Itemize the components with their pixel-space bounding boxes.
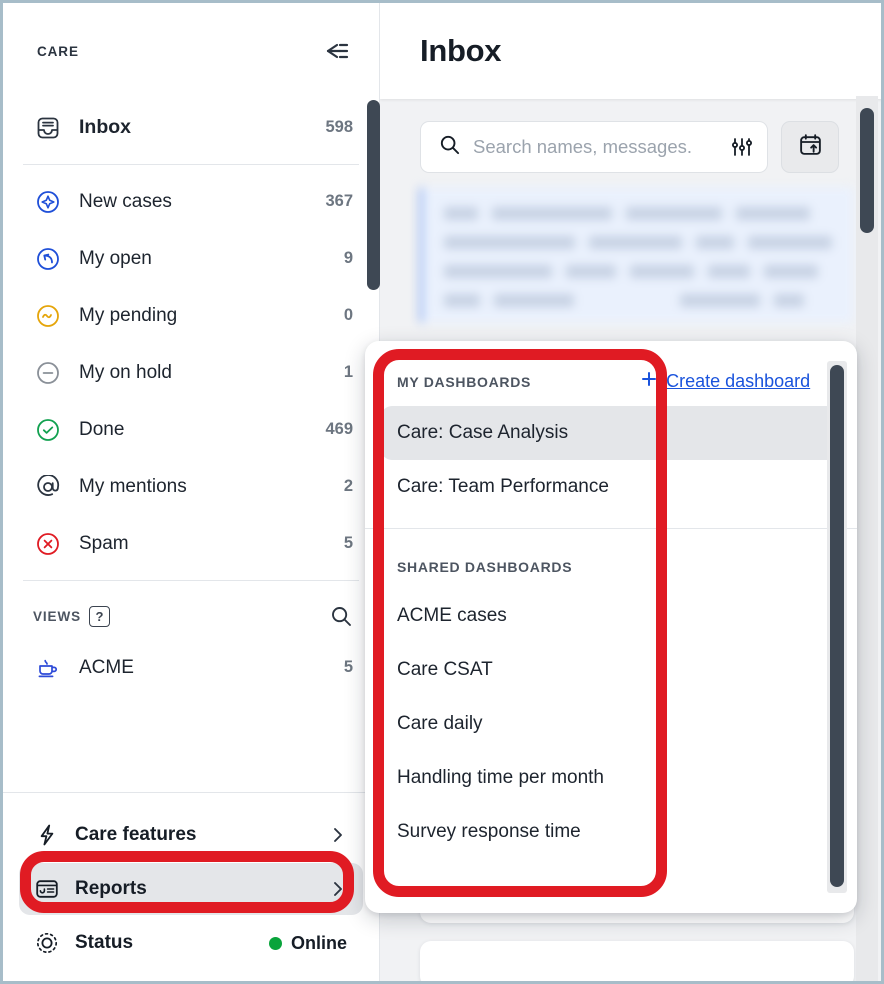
dashboard-item-survey-response-time[interactable]: Survey response time	[381, 805, 841, 859]
sidebar-item-count: 5	[344, 534, 353, 553]
lightning-icon	[33, 823, 61, 847]
my-dashboards-header: MY DASHBOARDS Create dashboard	[365, 341, 857, 406]
minus-circle-icon	[33, 361, 63, 385]
views-section-title: VIEWS	[33, 609, 81, 624]
inbox-toolbar: Search names, messages.	[380, 99, 884, 173]
app-window: CARE In	[0, 0, 884, 984]
chevron-right-icon	[329, 826, 347, 844]
sidebar-item-label: ACME	[79, 657, 344, 679]
sidebar-item-count: 0	[344, 306, 353, 325]
status-ring-icon	[33, 931, 61, 955]
sidebar-item-count: 9	[344, 249, 353, 268]
sidebar-item-new-cases[interactable]: New cases 367	[3, 173, 379, 230]
sidebar-item-label: Done	[79, 419, 325, 441]
sidebar-item-count: 367	[325, 192, 353, 211]
sidebar-item-label: New cases	[79, 191, 325, 213]
shared-dashboards-title: SHARED DASHBOARDS	[397, 559, 572, 575]
x-circle-icon	[33, 532, 63, 556]
sidebar-item-count: 598	[325, 118, 353, 137]
create-dashboard-label: Create dashboard	[666, 371, 810, 392]
status-dot-icon	[269, 937, 282, 950]
sidebar-nav: Inbox 598 New cases 367	[3, 99, 379, 792]
sidebar-divider	[23, 580, 359, 581]
search-input[interactable]: Search names, messages.	[420, 121, 768, 173]
at-circle-icon	[33, 475, 63, 499]
views-section-header: VIEWS ?	[3, 589, 379, 639]
tilde-circle-icon	[33, 304, 63, 328]
blurred-text-row	[444, 236, 832, 249]
sidebar-item-count: 5	[344, 658, 353, 677]
search-placeholder: Search names, messages.	[473, 136, 719, 158]
plus-icon	[641, 371, 657, 392]
flyout-scrollbar-thumb[interactable]	[830, 365, 844, 887]
sidebar-item-spam[interactable]: Spam 5	[3, 515, 379, 572]
arrow-circle-icon	[33, 247, 63, 271]
sidebar-item-status[interactable]: Status Online	[19, 917, 363, 969]
sidebar-item-reports[interactable]: Reports	[19, 863, 363, 915]
sidebar-item-label: My open	[79, 248, 344, 270]
main-header: Inbox	[380, 3, 884, 99]
dashboard-item-care-team-performance[interactable]: Care: Team Performance	[381, 460, 841, 514]
sidebar-item-label: Spam	[79, 533, 344, 555]
search-icon[interactable]	[329, 604, 353, 628]
dashboard-item-care-csat[interactable]: Care CSAT	[381, 643, 841, 697]
shared-dashboards-header: SHARED DASHBOARDS	[365, 529, 857, 589]
sidebar-item-label: My on hold	[79, 362, 344, 384]
conversation-preview-card[interactable]	[420, 187, 854, 323]
dashboard-item-handling-time-per-month[interactable]: Handling time per month	[381, 751, 841, 805]
dashboard-item-care-daily[interactable]: Care daily	[381, 697, 841, 751]
sidebar-item-inbox[interactable]: Inbox 598	[3, 99, 379, 156]
sidebar-item-care-features[interactable]: Care features	[19, 809, 363, 861]
inbox-scrollbar-thumb[interactable]	[367, 100, 380, 290]
check-circle-icon	[33, 418, 63, 442]
calendar-upload-icon	[798, 132, 823, 162]
sidebar-item-count: 469	[325, 420, 353, 439]
dashboard-item-care-case-analysis[interactable]: Care: Case Analysis	[381, 406, 841, 460]
sidebar-item-acme[interactable]: ACME 5	[3, 639, 379, 696]
sidebar-item-my-open[interactable]: My open 9	[3, 230, 379, 287]
coffee-cup-icon	[33, 656, 63, 680]
sidebar-item-my-pending[interactable]: My pending 0	[3, 287, 379, 344]
sidebar-item-my-mentions[interactable]: My mentions 2	[3, 458, 379, 515]
create-dashboard-link[interactable]: Create dashboard	[641, 371, 810, 392]
sparkle-circle-icon	[33, 190, 63, 214]
filter-sliders-icon[interactable]	[731, 136, 753, 158]
sidebar-item-done[interactable]: Done 469	[3, 401, 379, 458]
my-dashboards-title: MY DASHBOARDS	[397, 374, 531, 390]
sidebar-item-count: 1	[344, 363, 353, 382]
reports-card-icon	[33, 878, 61, 900]
sidebar-item-my-on-hold[interactable]: My on hold 1	[3, 344, 379, 401]
sidebar-item-label: Status	[75, 932, 269, 954]
calendar-upload-button[interactable]	[781, 121, 839, 173]
dashboards-flyout-menu: MY DASHBOARDS Create dashboard Care: Cas…	[365, 341, 857, 913]
blurred-text-row	[444, 207, 832, 220]
sidebar-bottom-group: Care features Reports	[3, 792, 379, 981]
collapse-left-icon[interactable]	[319, 34, 353, 68]
sidebar-item-count: 2	[344, 477, 353, 496]
sidebar-item-label: Inbox	[79, 116, 325, 139]
sidebar-header: CARE	[3, 3, 379, 99]
sidebar-divider	[23, 164, 359, 165]
dashboard-item-acme-cases[interactable]: ACME cases	[381, 589, 841, 643]
help-badge-icon[interactable]: ?	[89, 606, 110, 627]
sidebar-item-label: My pending	[79, 305, 344, 327]
sidebar-item-label: My mentions	[79, 476, 344, 498]
page-scrollbar-thumb[interactable]	[860, 108, 874, 233]
status-value-label: Online	[291, 933, 347, 954]
workspace-name: CARE	[37, 44, 79, 59]
inbox-icon	[33, 116, 63, 140]
blurred-text-row	[444, 265, 832, 278]
sidebar-item-label: Care features	[75, 824, 329, 846]
sidebar: CARE In	[3, 3, 380, 981]
chevron-right-icon	[329, 880, 347, 898]
sidebar-item-label: Reports	[75, 878, 329, 900]
status-badge: Online	[269, 933, 347, 954]
blurred-action-row	[444, 294, 832, 307]
search-icon	[438, 133, 461, 161]
conversation-card[interactable]	[420, 941, 854, 984]
page-title: Inbox	[420, 33, 501, 69]
